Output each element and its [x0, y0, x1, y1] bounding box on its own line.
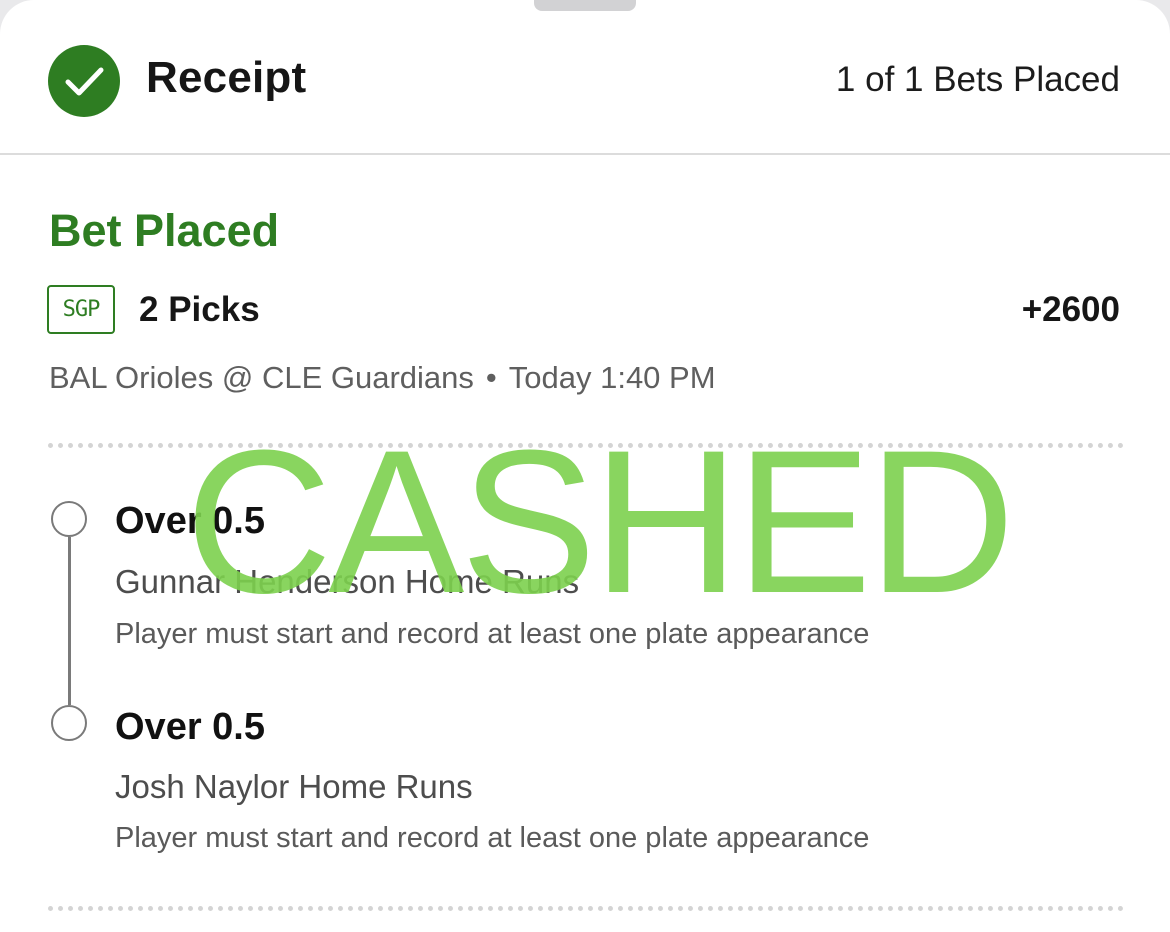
bet-odds: +2600: [1021, 290, 1120, 329]
receipt-header: Receipt 1 of 1 Bets Placed: [0, 0, 1170, 155]
picks-count: 2 Picks: [139, 290, 260, 329]
cashed-stamp-overlay: CASHED: [185, 408, 1015, 636]
leg-2-line: Over 0.5: [115, 706, 265, 748]
bets-placed-count: 1 of 1 Bets Placed: [835, 60, 1120, 99]
leg-2-market: Josh Naylor Home Runs: [115, 768, 473, 805]
bet-status-title: Bet Placed: [49, 205, 280, 256]
game-info: BAL Orioles @ CLE Guardians • Today 1:40 P…: [49, 360, 716, 396]
leg-2-note: Player must start and record at least on…: [115, 822, 870, 854]
sgp-badge: SGP: [47, 285, 115, 334]
hollow-circle-icon: [51, 501, 87, 537]
receipt-sheet: Receipt 1 of 1 Bets Placed Bet Placed SG…: [0, 0, 1170, 932]
page-title: Receipt: [146, 53, 307, 102]
dotted-divider: [48, 906, 1124, 911]
bullet-separator: •: [485, 360, 497, 395]
matchup-text: BAL Orioles @ CLE Guardians: [49, 360, 474, 395]
game-time: Today 1:40 PM: [508, 360, 716, 395]
checkmark-circle-icon: [48, 45, 120, 117]
legs-timeline-connector: [68, 537, 71, 705]
hollow-circle-icon: [51, 705, 87, 741]
